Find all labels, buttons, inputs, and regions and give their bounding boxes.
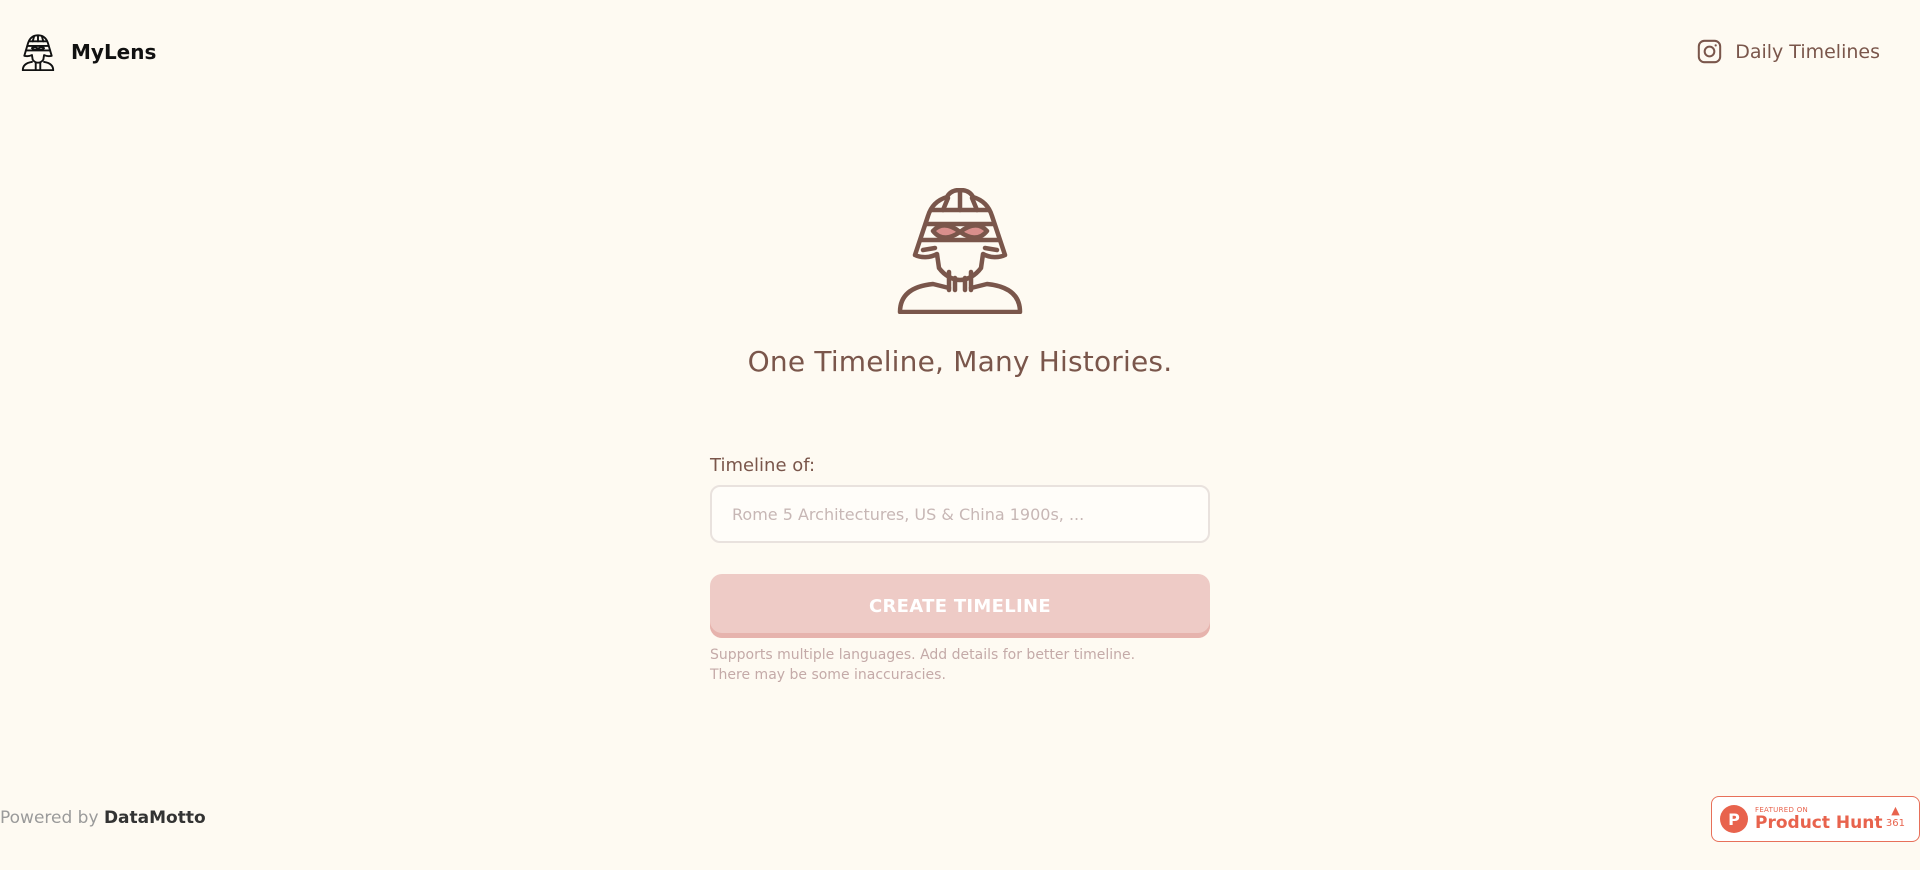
hint-line-inaccuracies: There may be some inaccuracies. [710, 667, 946, 683]
daily-timelines-label: Daily Timelines [1735, 40, 1880, 63]
upvote-arrow-icon: ▲ [1891, 804, 1900, 817]
create-timeline-button[interactable]: CREATE TIMELINE [710, 574, 1210, 638]
page: MyLens Daily Timelines One Timeline, Man… [0, 0, 1920, 870]
timeline-form: Timeline of: CREATE TIMELINE Supports mu… [710, 455, 1210, 685]
timeline-of-label: Timeline of: [710, 455, 816, 476]
pharaoh-avatar-icon [21, 34, 55, 71]
powered-by-prefix: Powered by [0, 808, 99, 828]
instagram-icon [1697, 39, 1722, 64]
brand-link[interactable]: MyLens [19, 33, 156, 71]
daily-timelines-link[interactable]: Daily Timelines [1696, 38, 1880, 65]
pharaoh-infinity-icon [897, 188, 1023, 314]
datamotto-link[interactable]: DataMotto [104, 808, 206, 828]
tagline: One Timeline, Many Histories. [747, 345, 1173, 378]
form-hint: Supports multiple languages. Add details… [710, 645, 1210, 685]
product-hunt-logo: P [1720, 805, 1748, 833]
hint-line-languages: Supports multiple languages. Add details… [710, 647, 1136, 663]
product-hunt-text: FEATURED ON Product Hunt [1755, 806, 1882, 833]
product-hunt-votes: ▲ 361 [1886, 805, 1905, 831]
vote-count: 361 [1885, 818, 1905, 829]
powered-by: Powered by DataMotto [0, 808, 206, 828]
timeline-topic-input[interactable] [710, 485, 1210, 543]
hero-illustration [897, 188, 1023, 314]
brand-name: MyLens [71, 40, 157, 64]
product-hunt-badge[interactable]: P FEATURED ON Product Hunt ▲ 361 [1711, 796, 1920, 842]
product-hunt-name: Product Hunt [1755, 812, 1883, 833]
